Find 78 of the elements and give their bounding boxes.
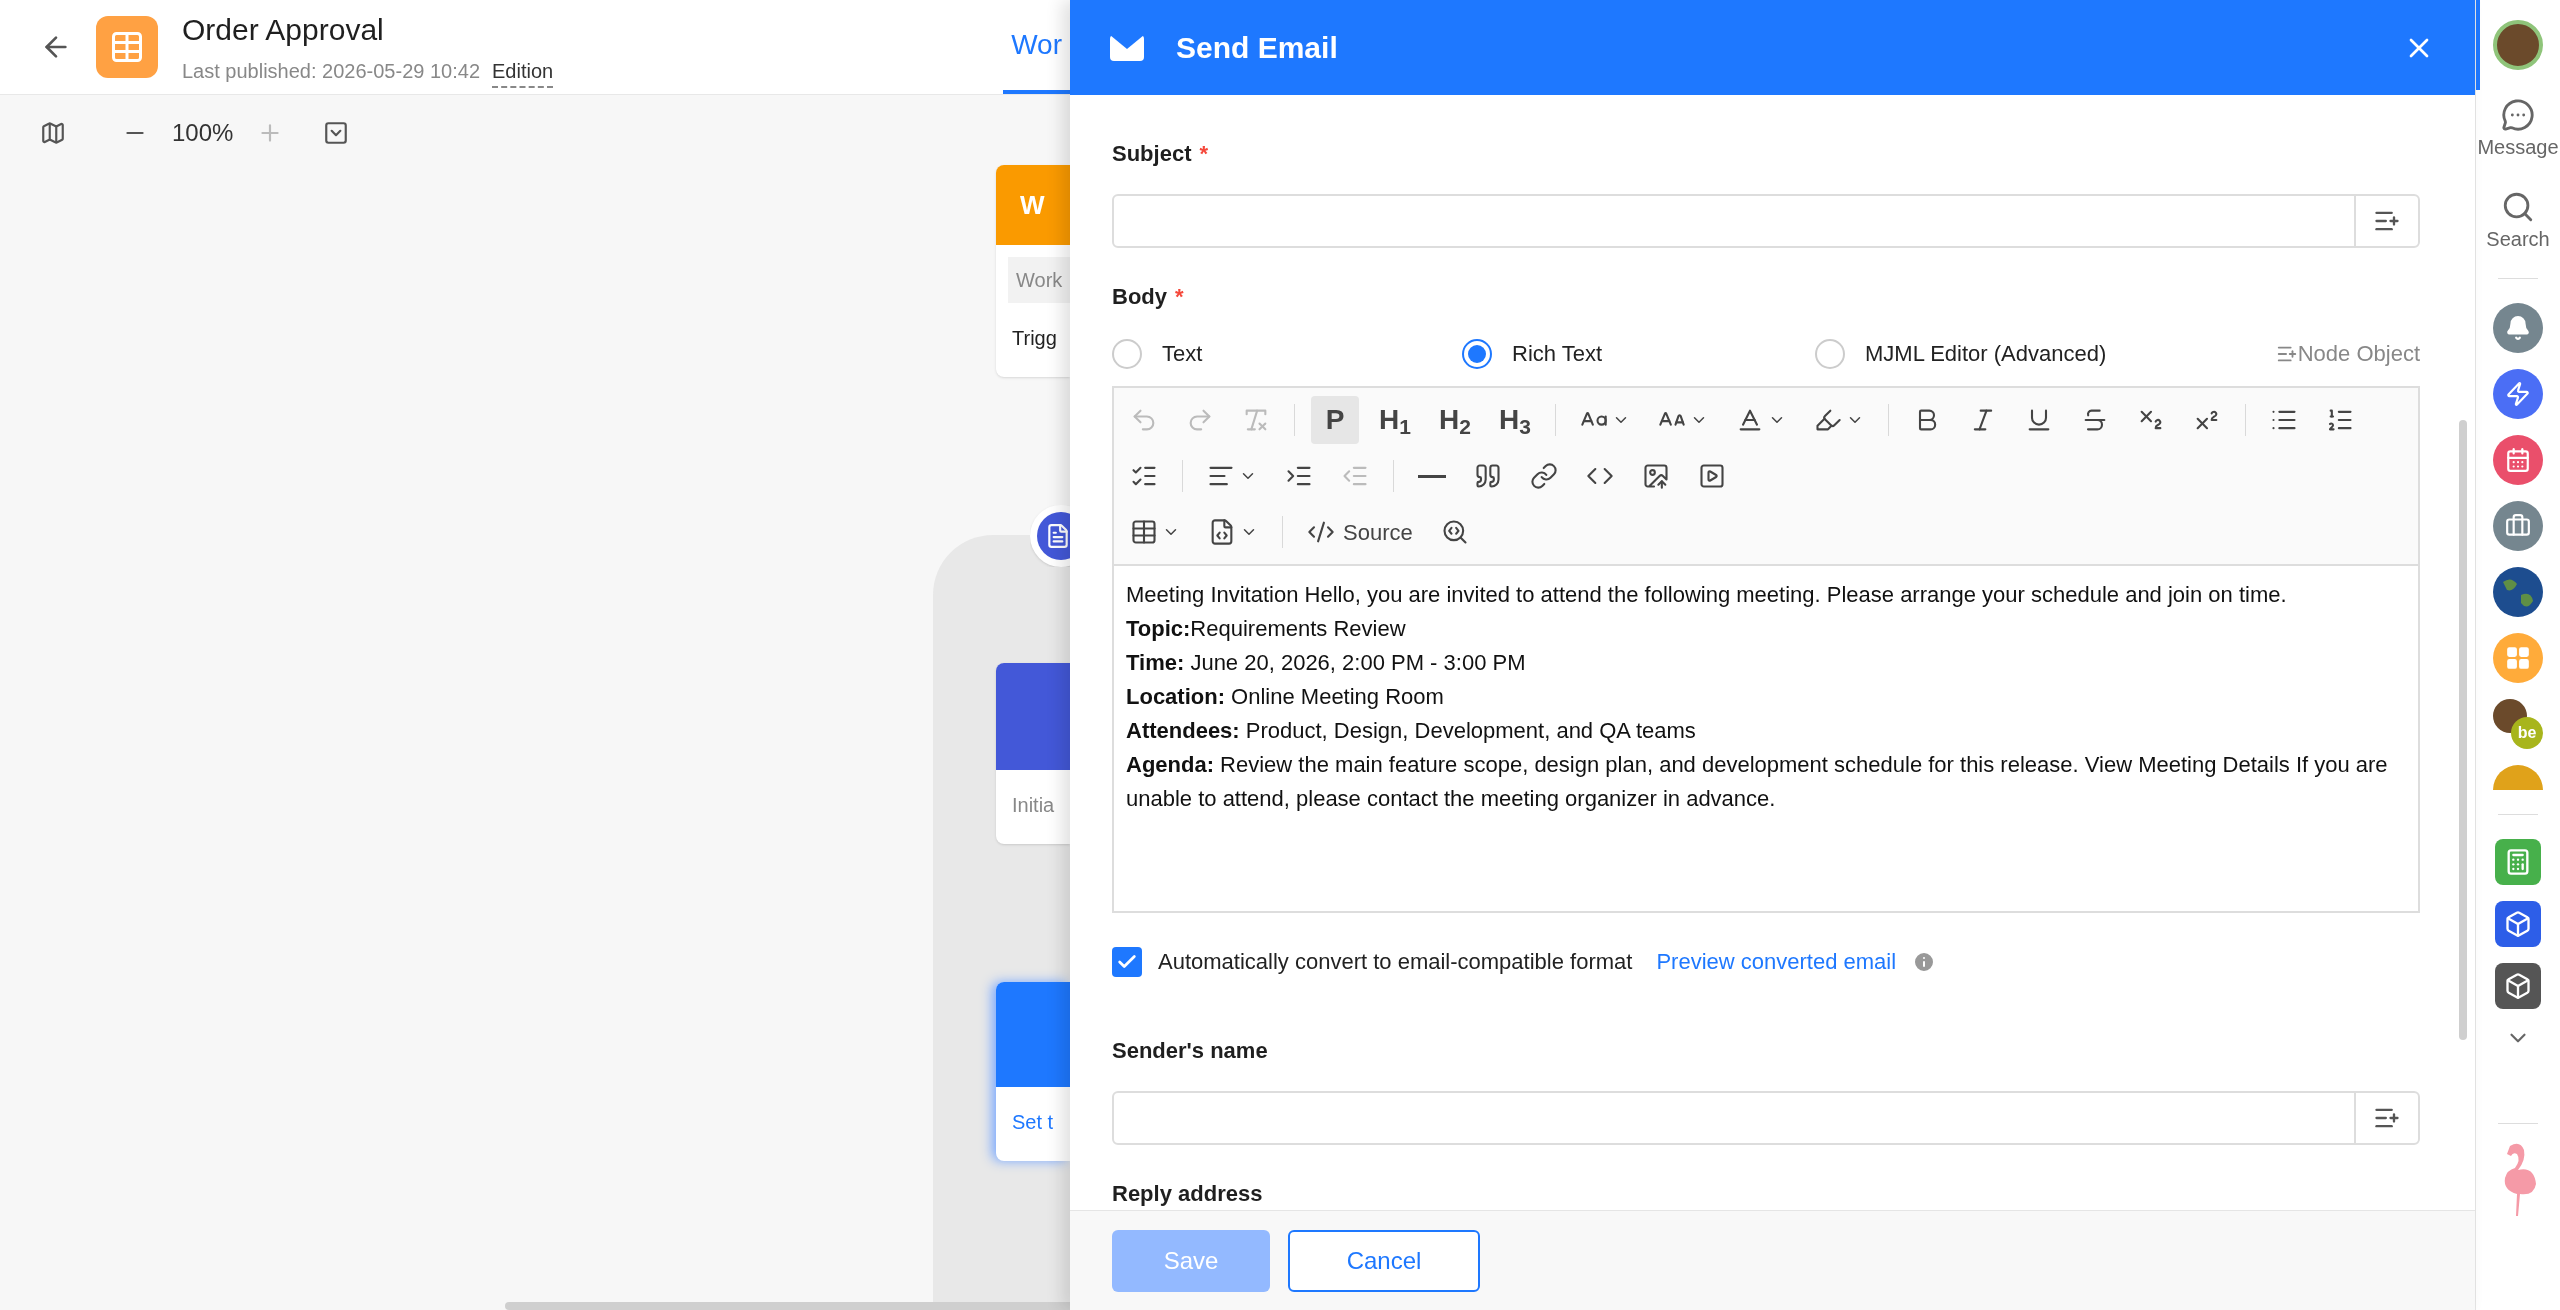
input-field[interactable] bbox=[1112, 194, 2420, 248]
app-shortcut-button[interactable] bbox=[2495, 963, 2541, 1009]
body-paragraph: Location: Online Meeting Room bbox=[1126, 683, 1445, 711]
paragraph-button[interactable]: P bbox=[1311, 396, 1359, 444]
node-type-chip: Work bbox=[1008, 257, 1070, 303]
heading-button[interactable]: H$_{2}$ bbox=[1431, 396, 1479, 444]
mail-icon bbox=[1110, 34, 1144, 61]
heading-button[interactable]: H$_{3}$ bbox=[1491, 396, 1539, 444]
calendar-icon bbox=[2505, 447, 2531, 473]
node-description: Set t bbox=[1011, 1110, 1054, 1135]
body-paragraph: Meeting Invitation Hello, you are invited to attend the following meeting. Please arrange your schedule and join on time. bbox=[1126, 581, 2288, 609]
approval-node-badge[interactable] bbox=[1030, 505, 1070, 567]
required-mark: * bbox=[1175, 283, 1184, 311]
app-shortcut-button[interactable] bbox=[2493, 369, 2543, 419]
search-icon bbox=[2501, 190, 2535, 224]
source-button[interactable]: Source bbox=[1299, 508, 1421, 556]
image-icon bbox=[1642, 462, 1670, 490]
node-title: W bbox=[1020, 188, 1045, 222]
radio-button[interactable] bbox=[1112, 338, 1142, 369]
preview-link[interactable]: Preview converted email bbox=[1656, 945, 1897, 978]
message-icon bbox=[2501, 98, 2535, 132]
body-paragraph: Agenda: Review the main feature scope, design plan, and development schedule for this release. View Meeting Details If you are unable to attend, please contact the meeting organizer in advance. bbox=[1126, 751, 2389, 813]
grid-icon bbox=[2505, 645, 2531, 671]
app-shortcut-button[interactable] bbox=[2495, 901, 2541, 947]
radio-label: Text bbox=[1162, 340, 1203, 368]
link-icon bbox=[1530, 462, 1558, 490]
edition-link[interactable]: Edition bbox=[492, 55, 554, 88]
node-object-button[interactable]: Node Object bbox=[2275, 337, 2420, 370]
radio-label: Rich Text bbox=[1512, 340, 1603, 368]
cancel-button[interactable]: Cancel bbox=[1288, 1229, 1480, 1292]
user-avatar[interactable] bbox=[2493, 20, 2543, 70]
checkbox[interactable] bbox=[1112, 946, 1142, 977]
app-title: Order Approval bbox=[182, 11, 385, 48]
required-mark: * bbox=[1199, 140, 1209, 168]
block-icon bbox=[2504, 972, 2532, 1000]
find-icon bbox=[1440, 518, 1469, 546]
radio-label: MJML Editor (Advanced) bbox=[1865, 340, 2107, 368]
body-paragraph: Topic:Requirements Review bbox=[1126, 615, 1407, 643]
app-shortcut-button[interactable] bbox=[2493, 303, 2543, 353]
input-field[interactable] bbox=[1112, 1091, 2420, 1145]
rule-icon bbox=[1418, 474, 1446, 478]
table-icon bbox=[109, 29, 145, 65]
app-shortcut-button[interactable] bbox=[2493, 435, 2543, 485]
block-icon bbox=[2504, 910, 2532, 938]
field-label: Sender's name bbox=[1112, 1037, 1268, 1065]
workflow-node-card[interactable]: W Work Trigg bbox=[996, 165, 1070, 377]
sidebar-item[interactable]: Search bbox=[2486, 190, 2550, 254]
briefcase-icon bbox=[2505, 513, 2531, 539]
sidebar-item[interactable]: Message bbox=[2477, 98, 2559, 162]
table-icon bbox=[1130, 518, 1158, 546]
field-label: Reply address bbox=[1112, 1180, 1263, 1208]
field-label: Body bbox=[1112, 283, 1167, 311]
video-icon bbox=[1698, 462, 1726, 490]
radio-button[interactable] bbox=[1815, 338, 1845, 369]
workflow-node-card[interactable]: Set t bbox=[996, 982, 1070, 1161]
body-paragraph: Time: June 20, 2026, 2:00 PM - 3:00 PM bbox=[1126, 649, 1527, 677]
vertical-scrollbar[interactable] bbox=[2459, 420, 2467, 1040]
field-label: Subject bbox=[1112, 140, 1192, 168]
fit-view-icon[interactable] bbox=[323, 120, 350, 146]
lightning-icon bbox=[2505, 381, 2531, 407]
map-icon[interactable] bbox=[40, 120, 66, 146]
quote-icon bbox=[1474, 462, 1502, 490]
drawer-title: Send Email bbox=[1176, 30, 1338, 66]
workflow-node-card[interactable]: Initia bbox=[996, 663, 1070, 844]
zoom-level: 100% bbox=[172, 118, 234, 148]
globe-icon[interactable] bbox=[2493, 567, 2543, 617]
node-description: Trigg bbox=[1011, 326, 1057, 351]
horizontal-scrollbar[interactable] bbox=[505, 1302, 1070, 1310]
bell-icon bbox=[2505, 315, 2531, 341]
node-description: Initia bbox=[1011, 793, 1055, 818]
checkbox-label: Automatically convert to email-compatible format bbox=[1158, 948, 1633, 976]
publish-time: Last published: 2026-05-29 10:42 bbox=[182, 58, 480, 84]
avatar-badge: be bbox=[2511, 717, 2543, 749]
document-icon bbox=[1045, 523, 1070, 549]
app-shortcut-button[interactable] bbox=[2493, 501, 2543, 551]
body-paragraph: Attendees: Product, Design, Development, and QA teams bbox=[1126, 717, 1697, 745]
radio-button[interactable] bbox=[1462, 338, 1492, 369]
heading-button[interactable]: H$_{1}$ bbox=[1371, 396, 1419, 444]
